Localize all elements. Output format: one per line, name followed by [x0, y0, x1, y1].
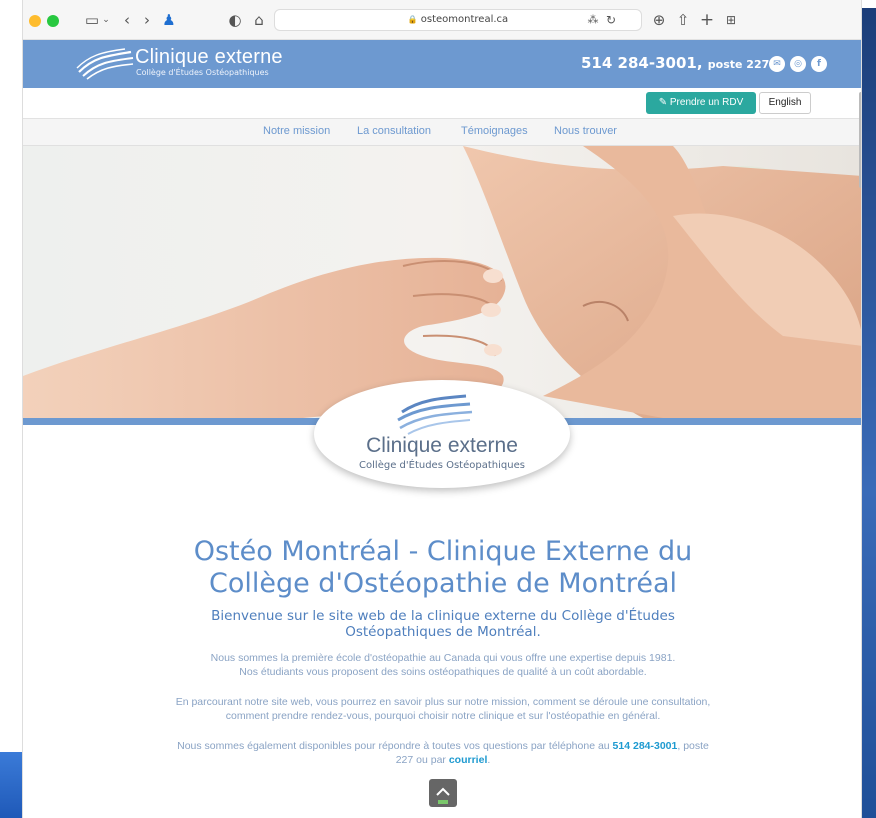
language-button[interactable]: English	[759, 92, 811, 114]
pencil-icon: ✎	[658, 97, 670, 108]
main-nav: Notre mission La consultation Témoignage…	[23, 119, 861, 146]
extension-icon[interactable]: ♟	[161, 9, 177, 31]
contact-paragraph: Nous sommes également disponibles pour r…	[133, 739, 753, 767]
page-scrollbar[interactable]	[859, 92, 861, 188]
new-tab-icon[interactable]: +	[699, 9, 715, 31]
page-subtitle: Bienvenue sur le site web de la clinique…	[211, 608, 675, 640]
contact-text-b: , poste	[677, 740, 709, 752]
wave-logo-icon	[397, 394, 473, 435]
logo-subtitle: Collège d'Études Ostéopathiques	[136, 68, 269, 77]
clinic-badge: Clinique externe Collège d'Études Ostéop…	[314, 380, 570, 488]
intro-line-1: Nous sommes la première école d'ostéopat…	[210, 652, 676, 664]
contact-email-link[interactable]: courriel	[449, 754, 488, 766]
contact-phone-link[interactable]: 514 284-3001	[613, 740, 678, 752]
navigation-line-2: comment prendre rendez-vous, pourquoi ch…	[225, 710, 661, 722]
nav-item-temoignages[interactable]: Témoignages	[461, 125, 528, 137]
book-appointment-label: Prendre un RDV	[669, 97, 744, 108]
sidebar-icon[interactable]: ▭	[83, 9, 101, 31]
translate-icon[interactable]: ⁂	[585, 9, 601, 31]
home-icon[interactable]: ⌂	[251, 9, 267, 31]
email-icon[interactable]: ✉	[769, 56, 785, 72]
navigation-paragraph: En parcourant notre site web, vous pourr…	[133, 695, 753, 723]
hero-image	[23, 146, 861, 418]
wave-logo-icon[interactable]	[75, 46, 135, 80]
forward-icon[interactable]: ›	[139, 9, 155, 31]
browser-window: ▭ ⌄ ‹ › ♟ ◐ ⌂ 🔒 osteomontreal.ca ⁂ ↻ ⊕ ⇧ …	[22, 0, 862, 818]
book-appointment-button[interactable]: ✎ Prendre un RDV	[646, 92, 756, 114]
share-icon[interactable]: ⇧	[675, 9, 691, 31]
logo-title[interactable]: Clinique externe	[135, 46, 283, 69]
chevron-up-icon	[436, 787, 450, 804]
instagram-icon[interactable]: ◎	[790, 56, 806, 72]
badge-title: Clinique externe	[366, 434, 518, 457]
badge-subtitle: Collège d'Études Ostéopathiques	[359, 460, 525, 471]
site-header: Clinique externe Collège d'Études Ostéop…	[23, 40, 861, 88]
navigation-line-1: En parcourant notre site web, vous pourr…	[175, 696, 711, 708]
contact-text-a: Nous sommes également disponibles pour r…	[177, 740, 613, 752]
action-bar: ✎ Prendre un RDV English	[23, 88, 861, 119]
browser-toolbar: ▭ ⌄ ‹ › ♟ ◐ ⌂ 🔒 osteomontreal.ca ⁂ ↻ ⊕ ⇧ …	[22, 0, 861, 40]
desktop-wallpaper-left	[0, 752, 22, 818]
web-page: Clinique externe Collège d'Études Ostéop…	[23, 40, 861, 818]
zoom-window-button[interactable]	[47, 15, 59, 27]
nav-item-consultation[interactable]: La consultation	[357, 125, 431, 137]
header-phone[interactable]: 514 284-3001, poste 227	[581, 54, 769, 72]
contact-text-d: .	[487, 754, 491, 766]
lock-icon: 🔒	[407, 15, 418, 24]
nav-item-trouver[interactable]: Nous trouver	[554, 125, 617, 137]
chevron-down-icon[interactable]: ⌄	[101, 9, 111, 31]
phone-extension: poste 227	[707, 58, 770, 71]
close-window-button[interactable]	[22, 15, 23, 27]
address-text: osteomontreal.ca	[420, 14, 509, 25]
back-icon[interactable]: ‹	[119, 9, 135, 31]
download-icon[interactable]: ⊕	[651, 9, 667, 31]
phone-number: 514 284-3001,	[581, 54, 703, 72]
reload-icon[interactable]: ↻	[603, 9, 619, 31]
facebook-icon[interactable]: f	[811, 56, 827, 72]
nav-item-mission[interactable]: Notre mission	[263, 125, 330, 137]
desktop-wallpaper-right	[862, 0, 876, 818]
contact-text-c: 227 ou par	[395, 754, 449, 766]
intro-paragraph: Nous sommes la première école d'ostéopat…	[133, 651, 753, 679]
tab-overview-icon[interactable]: ⊞	[723, 9, 739, 31]
privacy-shield-icon[interactable]: ◐	[227, 9, 243, 31]
intro-line-2: Nos étudiants vous proposent des soins o…	[239, 666, 647, 678]
back-to-top-button[interactable]	[429, 779, 457, 807]
minimize-window-button[interactable]	[29, 15, 41, 27]
page-title: Ostéo Montréal - Clinique Externe du Col…	[193, 536, 693, 599]
